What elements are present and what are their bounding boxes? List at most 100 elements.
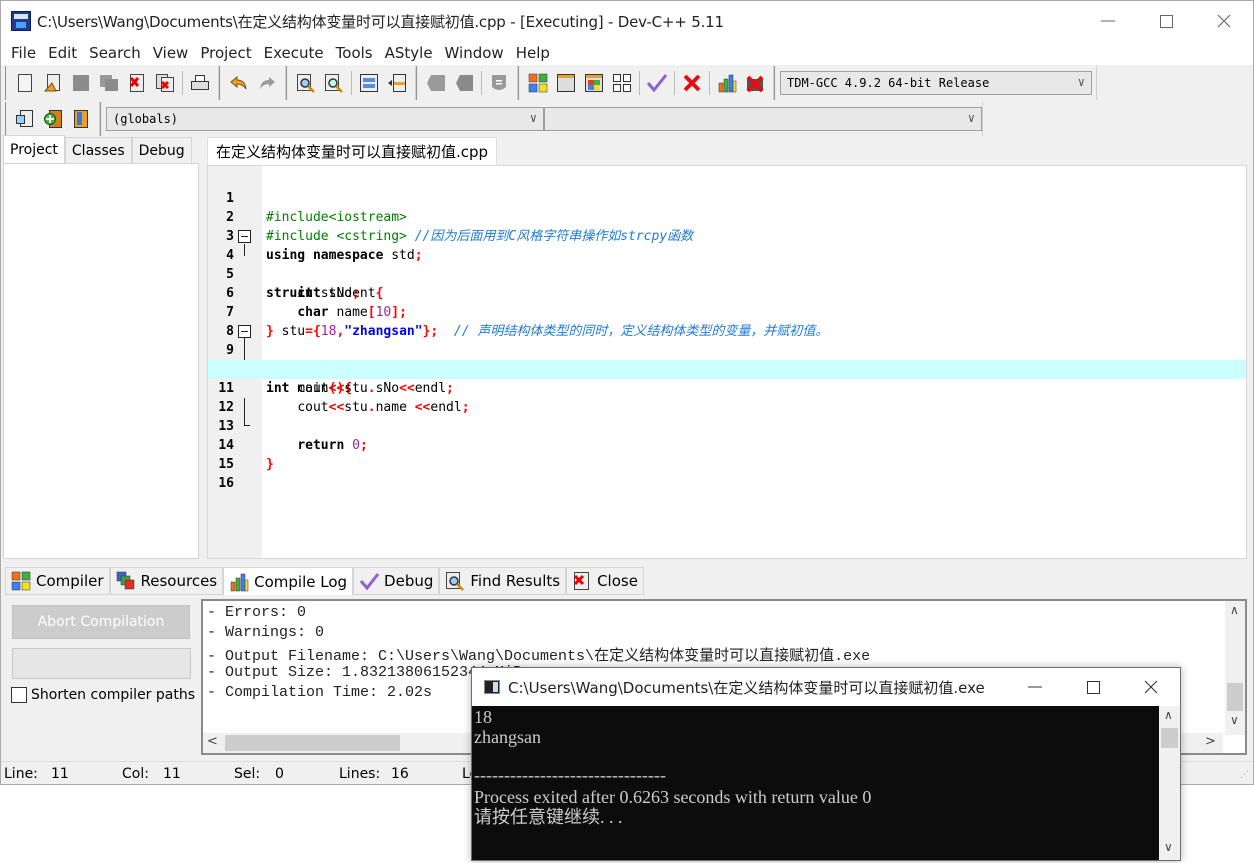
open-file-button[interactable] xyxy=(39,69,67,97)
tab-compiler[interactable]: Compiler xyxy=(5,567,110,595)
find-button[interactable] xyxy=(292,69,320,97)
rebuild-icon xyxy=(613,74,631,92)
delete-profile-button[interactable] xyxy=(741,69,769,97)
tab-label: Compile Log xyxy=(254,572,348,591)
close-all-button[interactable] xyxy=(151,69,179,97)
menu-help[interactable]: Help xyxy=(510,44,556,62)
debug-check-icon xyxy=(359,573,380,591)
indent-icon xyxy=(360,74,378,92)
function-select[interactable]: ∨ xyxy=(544,107,982,131)
goto-bookmark-icon xyxy=(456,75,473,91)
maximize-button[interactable] xyxy=(1137,1,1195,41)
minimize-button[interactable] xyxy=(1079,1,1137,41)
tab-close[interactable]: Close xyxy=(566,567,644,595)
clean-button[interactable] xyxy=(678,69,706,97)
log-line: - Warnings: 0 xyxy=(207,624,325,641)
save-button[interactable] xyxy=(67,69,95,97)
code-editor[interactable]: 1 #include<iostream> 2 #include <cstring… xyxy=(207,165,1247,559)
scroll-left-icon[interactable]: < xyxy=(207,734,218,749)
abort-compilation-button[interactable]: Abort Compilation xyxy=(12,605,190,639)
console-minimize-button[interactable] xyxy=(1006,668,1064,706)
status-line-label: Line: xyxy=(4,766,38,782)
menu-file[interactable]: File xyxy=(5,44,42,62)
console-vertical-scrollbar[interactable]: ∧ ∨ xyxy=(1159,706,1180,860)
print-button[interactable] xyxy=(186,69,214,97)
menu-project[interactable]: Project xyxy=(194,44,257,62)
menu-tools[interactable]: Tools xyxy=(330,44,379,62)
tab-project[interactable]: Project xyxy=(3,135,65,163)
fold-collapse-icon[interactable] xyxy=(238,325,251,338)
menu-edit[interactable]: Edit xyxy=(42,44,83,62)
indent-button[interactable] xyxy=(355,69,383,97)
save-all-button[interactable] xyxy=(95,69,123,97)
menu-astyle[interactable]: AStyle xyxy=(379,44,439,62)
code-line: 2 #include <cstring> //因为后面用到C风格字符串操作如st… xyxy=(208,189,1246,244)
shorten-paths-option[interactable]: Shorten compiler paths xyxy=(11,687,195,703)
tab-classes[interactable]: Classes xyxy=(64,137,132,163)
compiler-select[interactable]: TDM-GCC 4.9.2 64-bit Release ∨ xyxy=(780,71,1092,95)
clean-x-icon xyxy=(683,74,701,92)
rebuild-all-button[interactable] xyxy=(608,69,636,97)
console-maximize-button[interactable] xyxy=(1064,668,1122,706)
unindent-button[interactable] xyxy=(383,69,411,97)
project-browser[interactable] xyxy=(3,163,199,559)
maximize-icon xyxy=(1159,14,1173,28)
compile-button[interactable] xyxy=(524,69,552,97)
scroll-down-icon[interactable]: ∨ xyxy=(1230,713,1239,727)
tab-find-results[interactable]: Find Results xyxy=(439,567,567,595)
scroll-up-icon[interactable]: ∧ xyxy=(1230,603,1239,617)
compiler-select-value: TDM-GCC 4.9.2 64-bit Release xyxy=(787,76,990,90)
log-line: - Output Filename: C:\Users\Wang\Documen… xyxy=(207,648,871,665)
tab-label: Resources xyxy=(140,572,218,590)
scroll-up-icon[interactable]: ∧ xyxy=(1164,708,1173,722)
goto-bookmark-button[interactable] xyxy=(450,69,478,97)
menu-execute[interactable]: Execute xyxy=(258,44,330,62)
undo-button[interactable] xyxy=(225,69,253,97)
tab-compile-log[interactable]: Compile Log xyxy=(223,567,354,595)
redo-button[interactable] xyxy=(253,69,281,97)
scroll-thumb[interactable] xyxy=(1227,683,1243,711)
tab-resources[interactable]: Resources xyxy=(109,567,224,595)
tab-debug-bottom[interactable]: Debug xyxy=(353,567,440,595)
resize-grip-icon[interactable]: ⋰ xyxy=(1240,770,1249,780)
minimize-icon xyxy=(1028,686,1042,688)
syntax-check-button[interactable] xyxy=(643,69,671,97)
close-button[interactable] xyxy=(1195,1,1253,41)
profile-button[interactable] xyxy=(713,69,741,97)
console-close-button[interactable] xyxy=(1122,668,1180,706)
scope-select[interactable]: (globals) ∨ xyxy=(106,107,544,131)
close-file-icon xyxy=(129,74,144,92)
code-line: 1 #include<iostream> xyxy=(208,170,1246,225)
replace-button[interactable] xyxy=(320,69,348,97)
close-icon xyxy=(1217,14,1231,28)
fold-collapse-icon[interactable] xyxy=(238,230,251,243)
console-window[interactable]: C:\Users\Wang\Documents\在定义结构体变量时可以直接赋初值… xyxy=(471,667,1181,861)
menu-search[interactable]: Search xyxy=(83,44,147,62)
scroll-thumb[interactable] xyxy=(225,735,400,751)
compile-run-button[interactable] xyxy=(580,69,608,97)
run-button[interactable] xyxy=(552,69,580,97)
scroll-thumb[interactable] xyxy=(1161,728,1178,748)
toggle-bookmark-button[interactable] xyxy=(422,69,450,97)
undo-icon xyxy=(230,75,247,90)
close-file-button[interactable] xyxy=(123,69,151,97)
editor-tab-file[interactable]: 在定义结构体变量时可以直接赋初值.cpp xyxy=(207,137,498,165)
shorten-paths-checkbox[interactable] xyxy=(11,687,27,703)
console-line: Process exited after 0.6263 seconds with… xyxy=(474,787,872,807)
compile-icon xyxy=(528,73,548,93)
scroll-right-icon[interactable]: > xyxy=(1205,734,1216,749)
scroll-down-icon[interactable]: ∨ xyxy=(1164,840,1173,854)
console-title: C:\Users\Wang\Documents\在定义结构体变量时可以直接赋初值… xyxy=(508,678,985,697)
menu-window[interactable]: Window xyxy=(439,44,510,62)
tab-debug[interactable]: Debug xyxy=(131,137,192,163)
shorten-paths-label: Shorten compiler paths xyxy=(31,687,196,703)
new-class-button[interactable] xyxy=(11,105,39,133)
remove-from-project-button[interactable] xyxy=(67,105,95,133)
goto-line-button[interactable] xyxy=(485,69,513,97)
menu-view[interactable]: View xyxy=(147,44,195,62)
new-file-button[interactable] xyxy=(11,69,39,97)
log-vertical-scrollbar[interactable]: ∧ ∨ xyxy=(1225,601,1245,735)
console-output[interactable]: 18 zhangsan ----------------------------… xyxy=(472,706,1160,860)
add-to-project-button[interactable] xyxy=(39,105,67,133)
print-icon xyxy=(191,75,209,90)
